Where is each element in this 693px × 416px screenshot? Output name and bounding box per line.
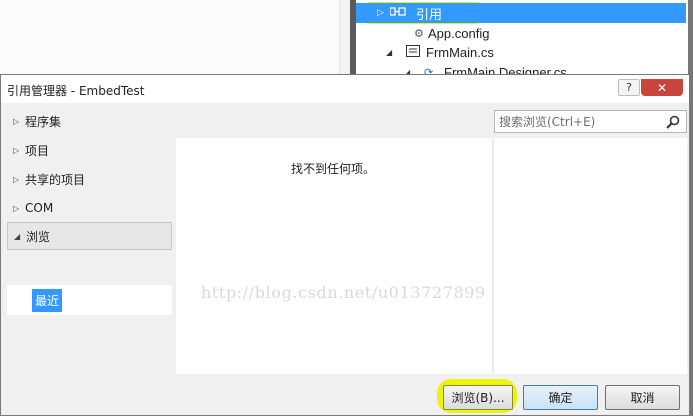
reference-manager-dialog: 引用管理器 - EmbedTest ? ✕ ▷ 程序集 ▷ 项目 ▷ 共享的项目… bbox=[0, 74, 690, 416]
editor-pane bbox=[0, 0, 340, 76]
nav-item-shared-projects[interactable]: ▷ 共享的项目 bbox=[7, 165, 172, 193]
nav-item-assemblies[interactable]: ▷ 程序集 bbox=[7, 107, 172, 135]
nav-item-label: 浏览 bbox=[26, 229, 51, 244]
search-icon[interactable] bbox=[661, 113, 685, 131]
button-label: 取消 bbox=[630, 391, 655, 405]
collapse-arrow-icon: ◢ bbox=[14, 231, 21, 241]
tree-node-label: App.config bbox=[428, 25, 490, 41]
dialog-title-bar[interactable]: 引用管理器 - EmbedTest ? ✕ bbox=[1, 75, 689, 103]
solution-explorer-tree: ▷ 引用 ⚙ App.config ◢ FrmMain.cs ◢ ⟳ FrmMa… bbox=[356, 0, 693, 80]
tree-node-label: FrmMain.cs bbox=[426, 44, 494, 60]
close-icon: ✕ bbox=[656, 80, 668, 95]
tree-node-frmmain[interactable]: ◢ FrmMain.cs bbox=[386, 42, 494, 62]
details-pane bbox=[493, 138, 687, 374]
expand-arrow-icon: ▷ bbox=[13, 116, 20, 126]
nav-subitem-recent[interactable]: 最近 bbox=[32, 289, 63, 312]
expand-arrow-icon: ▷ bbox=[13, 174, 20, 184]
search-box[interactable] bbox=[494, 110, 687, 133]
form-file-icon bbox=[406, 44, 426, 60]
nav-subitem-row: 最近 bbox=[7, 285, 172, 315]
cancel-button[interactable]: 取消 bbox=[605, 385, 680, 410]
tree-node-app-config[interactable]: ⚙ App.config bbox=[414, 23, 489, 43]
category-nav: ▷ 程序集 ▷ 项目 ▷ 共享的项目 ▷ COM ◢ 浏览 最近 bbox=[7, 107, 172, 373]
references-icon bbox=[384, 6, 406, 21]
empty-message: 找不到任何项。 bbox=[291, 162, 376, 176]
search-input[interactable] bbox=[499, 114, 659, 130]
nav-item-browse[interactable]: ◢ 浏览 bbox=[7, 222, 172, 250]
help-icon: ? bbox=[626, 81, 632, 94]
watermark-text: http://blog.csdn.net/u013727899 bbox=[201, 283, 486, 302]
nav-item-label: COM bbox=[25, 201, 54, 215]
nav-item-label: 共享的项目 bbox=[25, 172, 86, 187]
tree-node-references[interactable]: ▷ 引用 bbox=[356, 3, 686, 23]
expand-arrow-icon[interactable]: ▷ bbox=[356, 8, 384, 18]
results-list[interactable]: 找不到任何项。 bbox=[176, 138, 492, 374]
nav-item-label: 项目 bbox=[25, 143, 50, 158]
expand-arrow-icon: ▷ bbox=[13, 203, 20, 213]
ok-button[interactable]: 确定 bbox=[523, 385, 598, 410]
dialog-title: 引用管理器 - EmbedTest bbox=[7, 84, 145, 98]
help-button[interactable]: ? bbox=[618, 79, 640, 96]
config-file-icon: ⚙ bbox=[414, 26, 424, 40]
nav-item-label: 程序集 bbox=[25, 114, 62, 129]
button-label: 浏览(B)... bbox=[451, 391, 505, 405]
nav-item-com[interactable]: ▷ COM bbox=[7, 194, 172, 222]
collapse-arrow-icon[interactable]: ◢ bbox=[386, 48, 406, 57]
browse-button[interactable]: 浏览(B)... bbox=[443, 385, 513, 410]
expand-arrow-icon: ▷ bbox=[13, 145, 20, 155]
close-button[interactable]: ✕ bbox=[641, 79, 683, 96]
nav-item-projects[interactable]: ▷ 项目 bbox=[7, 136, 172, 164]
button-label: 确定 bbox=[548, 391, 573, 405]
tree-node-label: 引用 bbox=[416, 6, 443, 22]
